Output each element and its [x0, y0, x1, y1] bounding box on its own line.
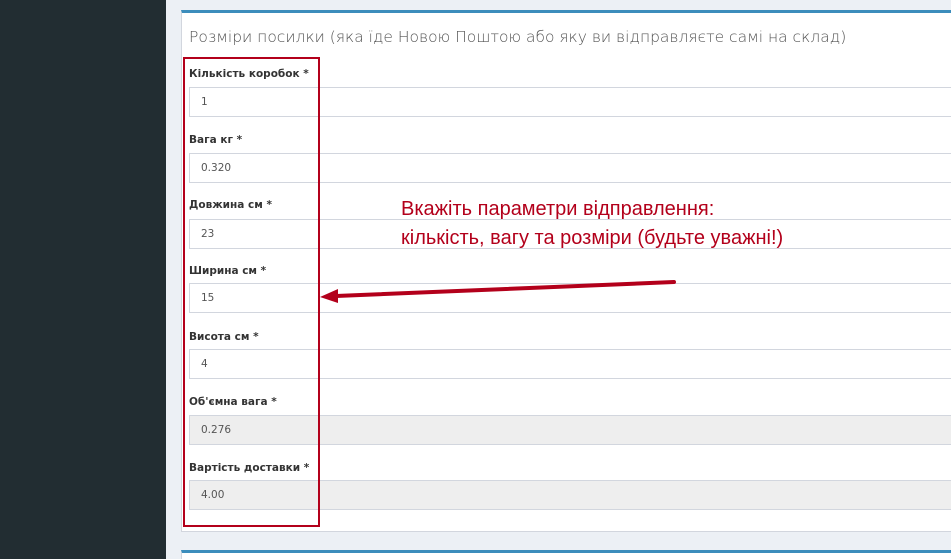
annotation-line-2: кількість, вагу та розміри (будьте уважн…	[401, 227, 784, 249]
highlight-frame	[183, 57, 320, 527]
next-box	[181, 550, 951, 559]
section-title: Розміри посилки (яка їде Новою Поштою аб…	[189, 28, 847, 46]
annotation-text: Вкажіть параметри відправлення: кількіст…	[401, 195, 783, 253]
sidebar	[0, 0, 166, 559]
annotation-line-1: Вкажіть параметри відправлення:	[401, 198, 715, 220]
